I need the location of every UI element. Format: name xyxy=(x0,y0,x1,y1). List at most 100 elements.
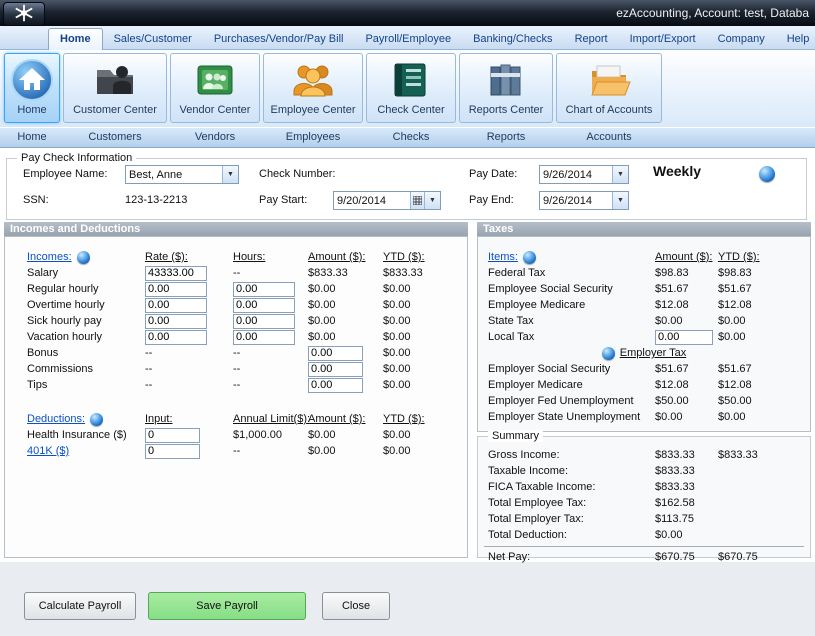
pay-date-dropdown-icon[interactable]: ▼ xyxy=(612,166,628,183)
tab-purchases-vendor[interactable]: Purchases/Vendor/Pay Bill xyxy=(203,29,355,49)
incomes-header: Incomes: xyxy=(27,251,72,263)
summary-row-total-employee-tax: Total Employee Tax: $162.58 xyxy=(478,495,810,511)
reports-center-button[interactable]: Reports Center xyxy=(459,53,553,123)
regular-rate-input[interactable] xyxy=(145,282,207,297)
tax-row-state: State Tax $0.00 $0.00 xyxy=(478,313,810,329)
tab-payroll-employee[interactable]: Payroll/Employee xyxy=(354,29,462,49)
row-label: Overtime hourly xyxy=(5,299,145,311)
vacation-hours-input[interactable] xyxy=(233,330,295,345)
tab-import-export[interactable]: Import/Export xyxy=(619,29,707,49)
income-row-bonus: Bonus -- -- $0.00 xyxy=(5,345,467,361)
summary-legend: Summary xyxy=(488,430,543,442)
vendor-center-button[interactable]: Vendor Center xyxy=(170,53,260,123)
local-tax-input[interactable] xyxy=(655,330,713,345)
toolbar-group-strip: Home Customers Vendors Employees Checks … xyxy=(0,127,815,148)
pay-end-select[interactable]: 9/26/2014 ▼ xyxy=(539,191,629,210)
incomes-header-row: Incomes: Rate ($): Hours: Amount ($): YT… xyxy=(5,249,467,265)
pay-start-value: 9/20/2014 xyxy=(334,195,410,207)
row-amount: $12.08 xyxy=(655,379,718,391)
sick-rate-input[interactable] xyxy=(145,314,207,329)
check-center-label: Check Center xyxy=(377,104,444,116)
tab-help[interactable]: Help xyxy=(776,29,815,49)
check-number-label: Check Number: xyxy=(259,168,335,180)
row-rate: -- xyxy=(145,347,233,359)
row-rate: -- xyxy=(145,363,233,375)
pay-start-datepicker[interactable]: 9/20/2014 ▼ xyxy=(333,191,441,210)
summary-row-total-deduction: Total Deduction: $0.00 xyxy=(478,527,810,543)
ded-amount-header: Amount ($): xyxy=(308,413,383,425)
tab-report[interactable]: Report xyxy=(564,29,619,49)
row-ytd: $0.00 xyxy=(383,445,467,457)
incomes-help-globe-icon[interactable] xyxy=(77,251,90,264)
row-amount: $833.33 xyxy=(655,449,718,461)
row-label: Salary xyxy=(5,267,145,279)
check-center-button[interactable]: Check Center xyxy=(366,53,456,123)
income-row-overtime-hourly: Overtime hourly $0.00 $0.00 xyxy=(5,297,467,313)
row-limit: -- xyxy=(233,445,308,457)
ytd-header: YTD ($): xyxy=(383,251,467,263)
row-ytd: $0.00 xyxy=(383,379,467,391)
health-insurance-input[interactable] xyxy=(145,428,200,443)
app-menu-button[interactable] xyxy=(3,2,45,26)
rate-header: Rate ($): xyxy=(145,251,233,263)
row-amount: $162.58 xyxy=(655,497,718,509)
deductions-help-globe-icon[interactable] xyxy=(90,413,103,426)
employee-name-dropdown-icon[interactable]: ▼ xyxy=(222,166,238,183)
check-number-input[interactable] xyxy=(351,165,451,182)
tab-banking-checks[interactable]: Banking/Checks xyxy=(462,29,564,49)
pay-date-select[interactable]: 9/26/2014 ▼ xyxy=(539,165,629,184)
row-amount: $0.00 xyxy=(308,331,383,343)
home-button-label: Home xyxy=(17,104,46,116)
row-ytd: $0.00 xyxy=(383,429,467,441)
tax-amount-header: Amount ($): xyxy=(655,251,718,263)
row-amount: $833.33 xyxy=(655,465,718,477)
paycheck-help-globe-icon[interactable] xyxy=(759,166,775,182)
row-amount: $833.33 xyxy=(308,267,383,279)
tax-row-employee-medicare: Employee Medicare $12.08 $12.08 xyxy=(478,297,810,313)
row-hours: -- xyxy=(233,363,308,375)
commissions-amount-input[interactable] xyxy=(308,362,363,377)
calculate-payroll-button[interactable]: Calculate Payroll xyxy=(24,592,136,620)
row-hours: -- xyxy=(233,379,308,391)
tips-amount-input[interactable] xyxy=(308,378,363,393)
row-amount: $0.00 xyxy=(308,315,383,327)
taxes-header-row: Items: Amount ($): YTD ($): xyxy=(478,249,810,265)
salary-rate-input[interactable] xyxy=(145,266,207,281)
pay-start-dropdown-icon[interactable]: ▼ xyxy=(424,192,440,209)
sick-hours-input[interactable] xyxy=(233,314,295,329)
row-limit: $1,000.00 xyxy=(233,429,308,441)
customer-center-button[interactable]: Customer Center xyxy=(63,53,167,123)
tab-sales-customer[interactable]: Sales/Customer xyxy=(103,29,203,49)
row-label: Commissions xyxy=(5,363,145,375)
401k-link[interactable]: 401K ($) xyxy=(5,445,145,457)
bonus-amount-input[interactable] xyxy=(308,346,363,361)
home-button[interactable]: Home xyxy=(4,53,60,123)
overtime-rate-input[interactable] xyxy=(145,298,207,313)
taxes-help-globe-icon[interactable] xyxy=(523,251,536,264)
tab-home[interactable]: Home xyxy=(48,28,103,50)
employer-tax-help-globe-icon[interactable] xyxy=(602,347,615,360)
vendor-center-icon xyxy=(192,56,238,104)
vendor-center-label: Vendor Center xyxy=(180,104,251,116)
tax-row-employer-medicare: Employer Medicare $12.08 $12.08 xyxy=(478,377,810,393)
tab-company[interactable]: Company xyxy=(707,29,776,49)
regular-hours-input[interactable] xyxy=(233,282,295,297)
row-label: Employee Medicare xyxy=(478,299,655,311)
overtime-hours-input[interactable] xyxy=(233,298,295,313)
employee-center-button[interactable]: Employee Center xyxy=(263,53,363,123)
row-amount: $51.67 xyxy=(655,363,718,375)
summary-row-fica: FICA Taxable Income: $833.33 xyxy=(478,479,810,495)
401k-input[interactable] xyxy=(145,444,200,459)
row-label: Federal Tax xyxy=(478,267,655,279)
tax-row-federal: Federal Tax $98.83 $98.83 xyxy=(478,265,810,281)
net-pay-label: Net Pay: xyxy=(478,551,655,563)
save-payroll-button[interactable]: Save Payroll xyxy=(148,592,306,620)
calendar-icon[interactable] xyxy=(410,192,424,209)
row-ytd: $0.00 xyxy=(718,315,810,327)
chart-of-accounts-button[interactable]: Chart of Accounts xyxy=(556,53,662,123)
pay-end-dropdown-icon[interactable]: ▼ xyxy=(612,192,628,209)
employee-name-select[interactable]: Best, Anne ▼ xyxy=(125,165,239,184)
close-button[interactable]: Close xyxy=(322,592,390,620)
summary-divider xyxy=(484,546,804,547)
vacation-rate-input[interactable] xyxy=(145,330,207,345)
